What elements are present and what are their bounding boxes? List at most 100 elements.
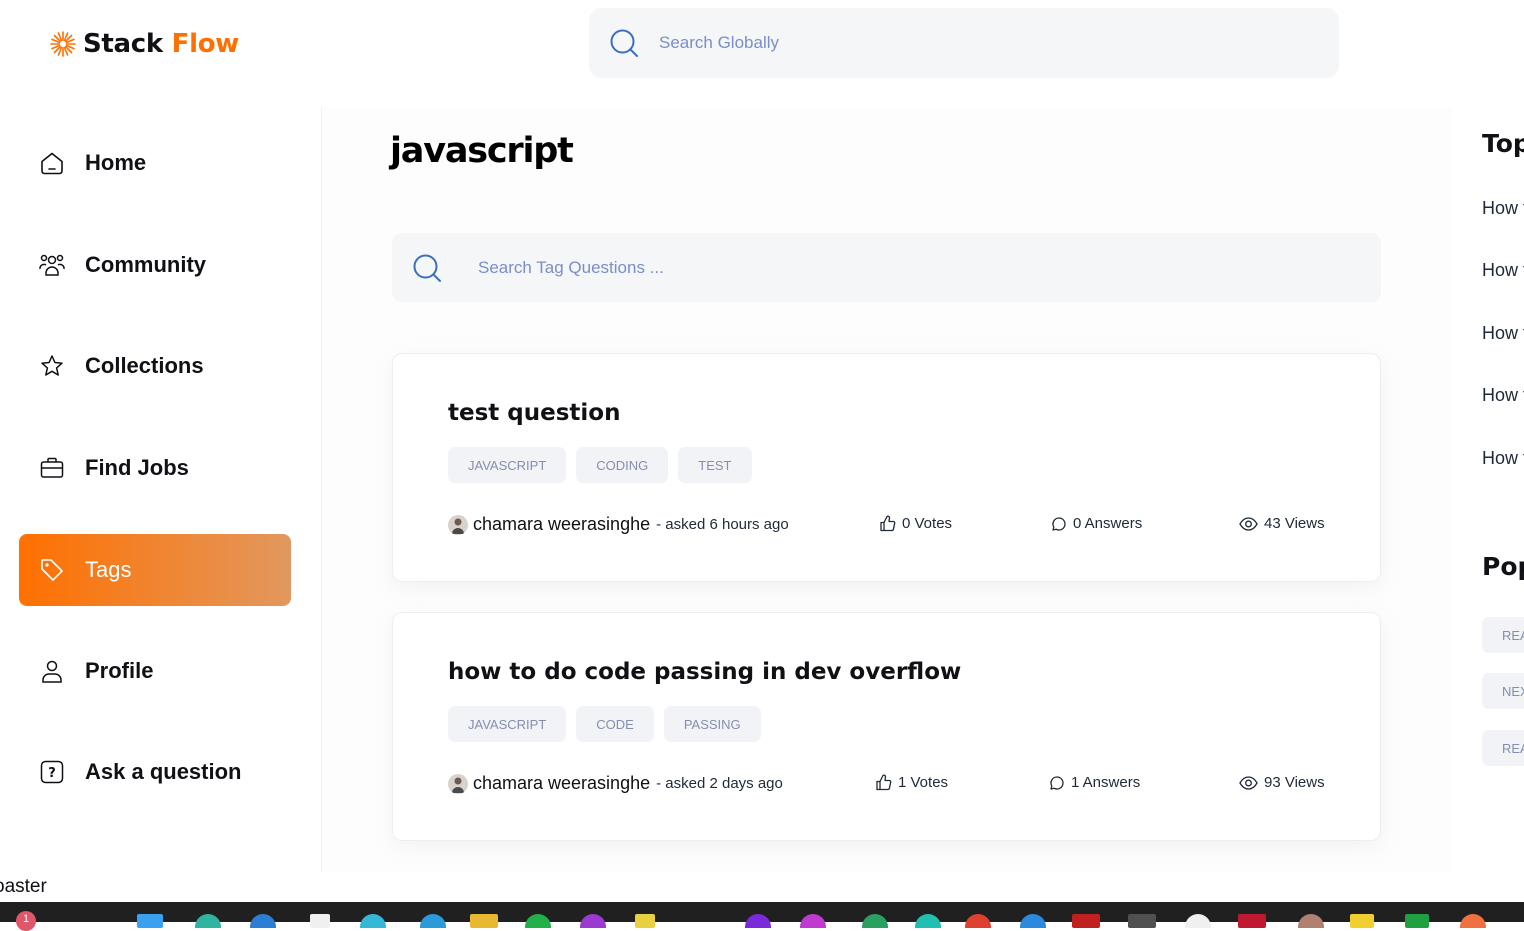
- question-tags: JAVASCRIPT CODING TEST: [448, 447, 752, 483]
- views-stat: 93 Views: [1239, 774, 1325, 791]
- answers-count: 0 Answers: [1073, 515, 1143, 532]
- views-count: 93 Views: [1264, 774, 1325, 791]
- top-navbar: Stack Flow: [0, 0, 1524, 107]
- question-meta: chamara weerasinghe - asked 2 days ago 1…: [448, 773, 1328, 795]
- app-icon[interactable]: [1238, 914, 1266, 928]
- popular-tag[interactable]: NEX: [1482, 673, 1524, 709]
- folder-icon[interactable]: [470, 914, 498, 928]
- views-count: 43 Views: [1264, 515, 1325, 532]
- windows-start-icon[interactable]: [137, 914, 163, 928]
- sidebar-item-profile[interactable]: Profile: [19, 635, 291, 707]
- app-icon[interactable]: [250, 914, 276, 928]
- sidebar-item-find-jobs[interactable]: Find Jobs: [19, 432, 291, 504]
- top-question-link[interactable]: How t: [1482, 385, 1524, 406]
- svg-text:?: ?: [48, 766, 56, 781]
- app-icon[interactable]: [1460, 914, 1486, 928]
- app-icon[interactable]: [635, 914, 655, 928]
- main-content: javascript test question JAVASCRIPT CODI…: [322, 107, 1452, 872]
- star-icon: [38, 352, 66, 380]
- top-question-link[interactable]: How t: [1482, 260, 1524, 281]
- app-icon[interactable]: [1405, 914, 1429, 928]
- message-icon: [1050, 775, 1064, 790]
- app-icon[interactable]: [965, 914, 991, 928]
- popular-tag[interactable]: REA: [1482, 617, 1524, 653]
- votes-count: 0 Votes: [902, 515, 953, 532]
- question-title[interactable]: test question: [448, 400, 620, 426]
- app-icon[interactable]: [1128, 914, 1156, 928]
- app-icon[interactable]: [360, 914, 386, 928]
- tag-badge[interactable]: CODING: [576, 447, 669, 483]
- answers-count: 1 Answers: [1071, 774, 1141, 791]
- question-author[interactable]: chamara weerasinghe - asked 2 days ago: [448, 773, 783, 794]
- users-icon: [38, 251, 66, 279]
- logo-burst-icon: [50, 31, 76, 57]
- app-icon[interactable]: [580, 914, 606, 928]
- popular-tag[interactable]: REA: [1482, 730, 1524, 766]
- asked-time: - asked 6 hours ago: [656, 516, 789, 533]
- sidebar-item-community[interactable]: Community: [19, 229, 291, 301]
- tag-badge[interactable]: CODE: [576, 706, 654, 742]
- edge-icon[interactable]: [195, 914, 221, 928]
- app-icon[interactable]: [862, 914, 888, 928]
- toaster-label: oaster: [0, 876, 47, 897]
- user-icon: [38, 657, 66, 685]
- message-icon: [1052, 516, 1066, 531]
- top-question-link[interactable]: How t: [1482, 323, 1524, 344]
- app-icon[interactable]: [915, 914, 941, 928]
- sidebar-item-collections[interactable]: Collections: [19, 330, 291, 402]
- sidebar-item-ask-question[interactable]: ? Ask a question: [19, 736, 291, 808]
- suitcase-icon: [38, 454, 66, 482]
- home-icon: [38, 149, 66, 177]
- question-card: how to do code passing in dev overflow J…: [392, 612, 1381, 841]
- tag-badge[interactable]: JAVASCRIPT: [448, 447, 567, 483]
- top-question-link[interactable]: How t: [1482, 448, 1524, 469]
- top-question-link[interactable]: How t: [1482, 198, 1524, 219]
- global-search-bar[interactable]: [589, 8, 1339, 78]
- app-icon[interactable]: [800, 914, 826, 928]
- search-icon: [413, 254, 441, 282]
- tag-search-input[interactable]: [478, 257, 1278, 278]
- tag-icon: [38, 556, 66, 584]
- app-icon[interactable]: [525, 914, 551, 928]
- sidebar-item-label: Home: [85, 150, 147, 175]
- avatar: [448, 773, 468, 794]
- eye-icon: [1239, 775, 1258, 790]
- app-icon[interactable]: [1072, 914, 1100, 928]
- tag-badge[interactable]: TEST: [678, 447, 752, 483]
- notes-icon[interactable]: [310, 914, 330, 928]
- tag-search-bar[interactable]: [392, 233, 1381, 302]
- question-card: test question JAVASCRIPT CODING TEST cha…: [392, 353, 1381, 582]
- page-title: javascript: [390, 131, 574, 171]
- sidebar-item-label: Profile: [85, 658, 154, 683]
- notification-badge[interactable]: 1: [16, 911, 36, 931]
- asked-time: - asked 2 days ago: [656, 775, 783, 792]
- tag-badge[interactable]: JAVASCRIPT: [448, 706, 567, 742]
- answers-stat: 0 Answers: [1051, 515, 1142, 532]
- question-title[interactable]: how to do code passing in dev overflow: [448, 659, 961, 685]
- app-icon[interactable]: [1020, 914, 1046, 928]
- chrome-icon[interactable]: [1185, 914, 1211, 928]
- sidebar-item-label: Collections: [85, 353, 204, 378]
- global-search-input[interactable]: [659, 33, 1259, 53]
- sidebar-item-label: Find Jobs: [85, 455, 189, 480]
- right-sidebar: Top How t How t How t How t How t Pop RE…: [1452, 107, 1524, 872]
- sticky-notes-icon[interactable]: [1350, 914, 1374, 928]
- eye-icon: [1239, 516, 1258, 531]
- app-icon[interactable]: [745, 914, 771, 928]
- brand-logo[interactable]: Stack Flow: [48, 28, 239, 60]
- app-icon[interactable]: [1298, 914, 1324, 928]
- question-author[interactable]: chamara weerasinghe - asked 6 hours ago: [448, 514, 789, 535]
- sidebar-item-tags[interactable]: Tags: [19, 534, 291, 606]
- avatar: [448, 514, 468, 535]
- top-questions-heading: Top: [1482, 129, 1524, 158]
- search-icon: [610, 29, 638, 57]
- sidebar-item-home[interactable]: Home: [19, 127, 291, 199]
- popular-tags-heading: Pop: [1482, 552, 1524, 581]
- tag-badge[interactable]: PASSING: [663, 706, 761, 742]
- sidebar-item-label: Community: [85, 252, 206, 277]
- question-icon: ?: [38, 758, 66, 786]
- author-name: chamara weerasinghe: [473, 514, 651, 534]
- vscode-icon[interactable]: [420, 914, 446, 928]
- brand-name-part1: Stack: [83, 29, 163, 59]
- left-sidebar: Home Community Collections Find Jobs Tag…: [0, 107, 322, 872]
